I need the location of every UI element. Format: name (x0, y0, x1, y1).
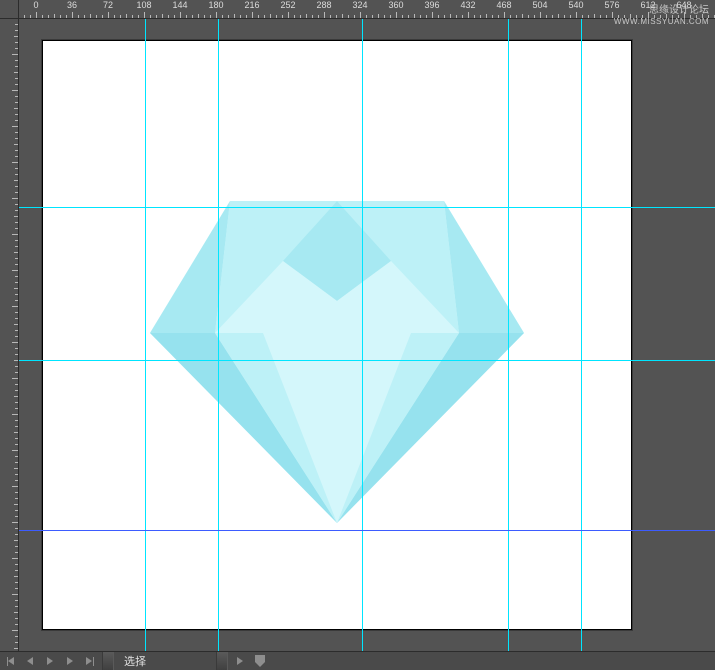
watermark-line2: WWW.MISSYUAN.COM (614, 17, 709, 27)
ruler-top-label: 216 (244, 0, 259, 10)
panel-marker-button[interactable] (251, 653, 269, 669)
diamond-heart-shape (43, 41, 631, 629)
ruler-top-label: 468 (496, 0, 511, 10)
canvas-viewport[interactable] (18, 18, 715, 652)
ruler-top-label: 360 (388, 0, 403, 10)
go-first-frame-button[interactable] (1, 653, 19, 669)
animation-bar: 选择 (0, 651, 715, 670)
ruler-top-label: 252 (280, 0, 295, 10)
artboard[interactable] (42, 40, 632, 630)
ruler-top-label: 180 (208, 0, 223, 10)
ruler-origin[interactable] (0, 0, 19, 19)
ruler-top-label: 504 (532, 0, 547, 10)
ruler-top-label: 144 (172, 0, 187, 10)
ruler-top-label: 108 (136, 0, 151, 10)
ruler-top-label: 324 (352, 0, 367, 10)
prev-frame-button[interactable] (21, 653, 39, 669)
next-frame-button[interactable] (61, 653, 79, 669)
tool-label: 选择 (116, 653, 154, 669)
ruler-horizontal[interactable]: 3603672108144180216252288324360396432468… (0, 0, 715, 19)
ruler-top-label: 0 (33, 0, 38, 10)
ruler-vertical[interactable] (0, 18, 19, 670)
watermark-line1: 思缘设计论坛 (614, 5, 709, 17)
ruler-top-label: 540 (568, 0, 583, 10)
ruler-top-label: 72 (103, 0, 113, 10)
go-last-frame-button[interactable] (81, 653, 99, 669)
separator[interactable] (102, 652, 114, 670)
play-button[interactable] (41, 653, 59, 669)
ruler-top-label: 36 (67, 0, 77, 10)
ruler-top-label: 396 (424, 0, 439, 10)
panel-play-button[interactable] (231, 653, 249, 669)
separator[interactable] (216, 652, 228, 670)
ruler-top-label: 432 (460, 0, 475, 10)
watermark: 思缘设计论坛 WWW.MISSYUAN.COM (614, 5, 709, 27)
ruler-top-label: 288 (316, 0, 331, 10)
